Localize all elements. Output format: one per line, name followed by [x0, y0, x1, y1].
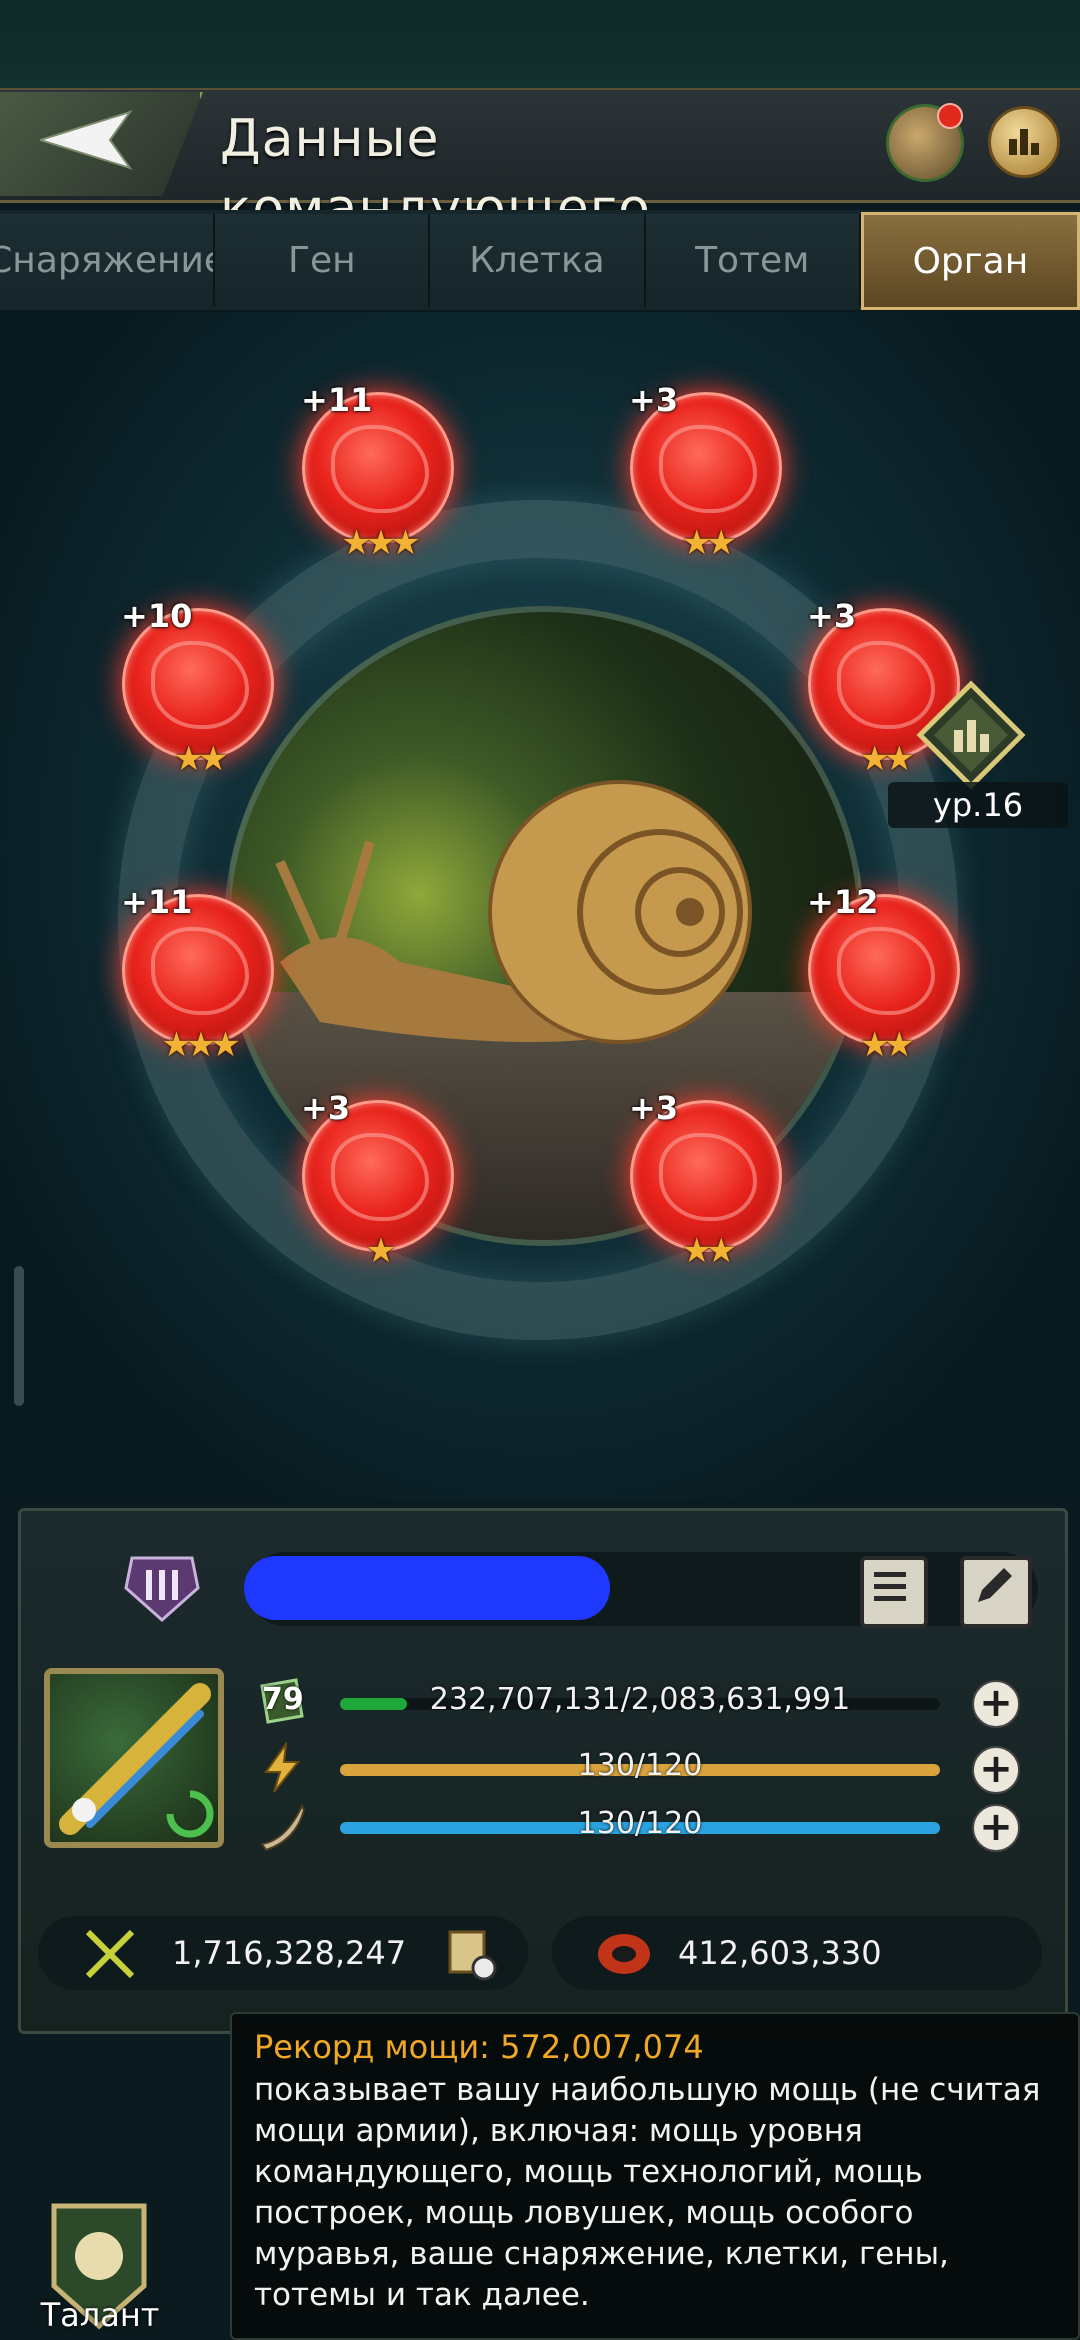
organ-vein	[151, 927, 249, 1015]
organ-level: +12	[807, 883, 879, 921]
organ-vein	[331, 425, 429, 513]
army-power-box: 412,603,330	[552, 1916, 1042, 1990]
organ-stars: ★	[365, 1231, 396, 1271]
power-value: 1,716,328,247	[172, 1934, 407, 1972]
pencil-icon	[978, 1568, 1012, 1602]
power-record-tooltip: Рекорд мощи: 572,007,074 показывает вашу…	[230, 2012, 1080, 2340]
ranking-icon	[1009, 129, 1039, 155]
energy-text: 130/120	[577, 1748, 703, 1783]
organ-vein	[331, 1133, 429, 1221]
tab-bar: Снаряжение Ген Клетка Тотем Орган	[0, 210, 1080, 310]
tab-equipment[interactable]: Снаряжение	[0, 214, 216, 306]
organ-stars: ★★	[859, 1025, 915, 1065]
snail-image	[275, 780, 752, 1044]
organ-stage: +11 ★★★ +3 ★★ +10 ★★ +3 ★★ +11 ★★★ +12 ★…	[0, 312, 1080, 1502]
name-redaction	[244, 1556, 610, 1620]
notes-icon[interactable]	[860, 1556, 928, 1628]
scroll-indicator	[14, 1266, 24, 1406]
organ-slot-5[interactable]: +11 ★★★	[121, 883, 274, 1065]
level-label: ур.16	[888, 782, 1068, 828]
organ-stars: ★★	[681, 523, 737, 563]
add-energy-button[interactable]: +	[972, 1746, 1020, 1794]
organ-slot-8[interactable]: +3 ★★	[629, 1089, 782, 1271]
horn-icon	[256, 1800, 308, 1852]
organ-slot-1[interactable]: +11 ★★★	[301, 381, 454, 563]
organ-vein	[659, 425, 757, 513]
organ-slot-3[interactable]: +10 ★★	[121, 597, 274, 779]
commander-level: 79	[262, 1682, 304, 1717]
organ-stars: ★★★	[341, 523, 420, 563]
add-stamina-button[interactable]: +	[972, 1804, 1020, 1852]
organ-level: +3	[629, 1089, 679, 1127]
snail-badge-icon[interactable]	[886, 103, 964, 182]
bar-chart-icon[interactable]	[916, 680, 1026, 790]
tooltip-title: Рекорд мощи: 572,007,074	[254, 2028, 704, 2066]
organ-level: +11	[121, 883, 193, 921]
page-title: Данные командующего	[220, 109, 651, 239]
organ-vein	[837, 927, 935, 1015]
exp-text: 232,707,131/2,083,631,991	[429, 1682, 851, 1717]
power-box: 1,716,328,247	[38, 1916, 528, 1990]
ranking-button[interactable]	[988, 106, 1060, 178]
tab-totem[interactable]: Тотем	[645, 214, 861, 306]
talent-label: Талант	[40, 2296, 160, 2334]
organ-vein	[151, 641, 249, 729]
organ-slot-6[interactable]: +12 ★★	[807, 883, 960, 1065]
back-arrow-icon	[40, 110, 133, 170]
ant-army-icon	[598, 1934, 650, 1974]
organ-stars: ★★	[681, 1231, 737, 1271]
organ-level: +11	[301, 381, 373, 419]
organ-stars: ★★★	[161, 1025, 240, 1065]
organ-slot-7[interactable]: +3 ★	[301, 1089, 454, 1271]
tab-cell[interactable]: Клетка	[430, 214, 646, 306]
lightning-icon	[256, 1740, 308, 1794]
power-record-icon[interactable]	[442, 1926, 498, 1982]
tooltip-body: показывает вашу наибольшую мощь (не счит…	[254, 2072, 1041, 2313]
tab-organ[interactable]: Орган	[860, 212, 1080, 310]
notification-dot	[937, 103, 963, 129]
organ-vein	[659, 1133, 757, 1221]
organ-level: +3	[301, 1089, 351, 1127]
organ-level: +3	[807, 597, 857, 635]
stamina-row: 130/120 +	[0, 1800, 1080, 1852]
rank-III-icon	[124, 1556, 200, 1623]
energy-row: 130/120 +	[0, 1740, 1080, 1794]
exp-row: 79 232,707,131/2,083,631,991 +	[0, 1676, 1080, 1728]
crossed-swords-icon	[85, 1929, 135, 1979]
organ-level: +10	[121, 597, 193, 635]
army-power-value: 412,603,330	[678, 1934, 882, 1972]
add-exp-button[interactable]: +	[972, 1680, 1020, 1728]
organ-stars: ★★	[173, 739, 229, 779]
notes-lines	[874, 1572, 906, 1601]
tab-gene[interactable]: Ген	[215, 214, 431, 306]
organ-slot-2[interactable]: +3 ★★	[629, 381, 782, 563]
status-bar	[0, 0, 1080, 90]
organ-level: +3	[629, 381, 679, 419]
stamina-text: 130/120	[577, 1806, 703, 1841]
edit-icon[interactable]	[960, 1556, 1032, 1628]
